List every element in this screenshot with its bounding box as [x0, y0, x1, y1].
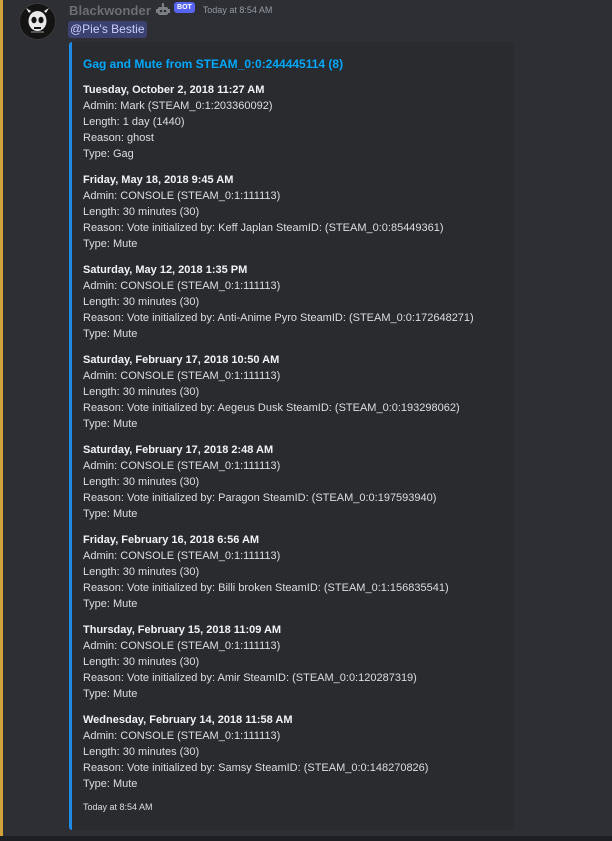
field-value-line: Type: Mute	[83, 238, 138, 250]
field-name: Saturday, February 17, 2018 10:50 AM	[83, 354, 280, 366]
embed-field: Friday, February 16, 2018 6:56 AM Admin: …	[83, 532, 513, 622]
field-value-line: Length: 30 minutes (30)	[83, 566, 200, 578]
field-name: Friday, May 18, 2018 9:45 AM	[83, 174, 234, 186]
field-name: Saturday, May 12, 2018 1:35 PM	[83, 264, 248, 276]
field-value-line: Type: Mute	[83, 598, 138, 610]
embed: Gag and Mute from STEAM_0:0:244445114 (8…	[69, 42, 514, 830]
field-value-line: Type: Mute	[83, 418, 138, 430]
field-name: Wednesday, February 14, 2018 11:58 AM	[83, 714, 293, 726]
field-name: Friday, February 16, 2018 6:56 AM	[83, 534, 260, 546]
field-value-line: Length: 30 minutes (30)	[83, 386, 200, 398]
embed-field: Saturday, February 17, 2018 2:48 AM Admin…	[83, 442, 513, 532]
field-value-line: Reason: Vote initialized by: Billi broke…	[83, 582, 449, 594]
robot-icon	[155, 3, 171, 17]
field-value-line: Admin: Mark (STEAM_0:1:203360092)	[83, 100, 273, 112]
field-value-line: Admin: CONSOLE (STEAM_0:1:111113)	[83, 280, 281, 292]
embed-title[interactable]: Gag and Mute from STEAM_0:0:244445114 (8…	[83, 57, 343, 71]
field-value-line: Type: Gag	[83, 148, 134, 160]
embed-footer: Today at 8:54 AM	[83, 802, 153, 812]
field-value-line: Reason: Vote initialized by: Keff Japlan…	[83, 222, 444, 234]
mention-highlight-bar	[0, 0, 3, 836]
embed-fields: Tuesday, October 2, 2018 11:27 AM Admin: …	[83, 82, 513, 802]
bot-message: Blackwonder BOT Today at 8:54 AM @Pie's …	[0, 0, 612, 836]
field-value-line: Length: 1 day (1440)	[83, 116, 185, 128]
bot-tag: BOT	[174, 1, 195, 13]
field-value-line: Admin: CONSOLE (STEAM_0:1:111113)	[83, 370, 281, 382]
author-name[interactable]: Blackwonder	[69, 3, 151, 18]
field-value-line: Length: 30 minutes (30)	[83, 656, 200, 668]
user-mention[interactable]: @Pie's Bestie	[68, 21, 147, 38]
field-value-line: Reason: Vote initialized by: Paragon Ste…	[83, 492, 437, 504]
embed-field: Tuesday, October 2, 2018 11:27 AM Admin: …	[83, 82, 513, 172]
field-value-line: Reason: ghost	[83, 132, 154, 144]
embed-field: Saturday, February 17, 2018 10:50 AM Admi…	[83, 352, 513, 442]
field-value-line: Admin: CONSOLE (STEAM_0:1:111113)	[83, 730, 281, 742]
field-name: Tuesday, October 2, 2018 11:27 AM	[83, 84, 265, 96]
field-value-line: Type: Mute	[83, 688, 138, 700]
field-value-line: Admin: CONSOLE (STEAM_0:1:111113)	[83, 640, 281, 652]
field-value-line: Admin: CONSOLE (STEAM_0:1:111113)	[83, 190, 281, 202]
field-value-line: Type: Mute	[83, 508, 138, 520]
field-value-line: Reason: Vote initialized by: Samsy Steam…	[83, 762, 429, 774]
avatar[interactable]	[19, 3, 56, 40]
field-value-line: Reason: Vote initialized by: Aegeus Dusk…	[83, 402, 460, 414]
field-value-line: Admin: CONSOLE (STEAM_0:1:111113)	[83, 460, 281, 472]
embed-field: Saturday, May 12, 2018 1:35 PM Admin: CON…	[83, 262, 513, 352]
field-name: Saturday, February 17, 2018 2:48 AM	[83, 444, 274, 456]
field-value-line: Type: Mute	[83, 328, 138, 340]
field-value-line: Length: 30 minutes (30)	[83, 746, 200, 758]
skull-avatar-icon	[20, 4, 55, 39]
embed-field: Friday, May 18, 2018 9:45 AM Admin: CONSO…	[83, 172, 513, 262]
field-value-line: Admin: CONSOLE (STEAM_0:1:111113)	[83, 550, 281, 562]
field-value-line: Length: 30 minutes (30)	[83, 206, 200, 218]
message-header: Blackwonder BOT Today at 8:54 AM	[69, 1, 273, 18]
bottom-divider	[0, 836, 612, 841]
field-value-line: Type: Mute	[83, 778, 138, 790]
field-value-line: Reason: Vote initialized by: Amir SteamI…	[83, 672, 417, 684]
field-value-line: Length: 30 minutes (30)	[83, 296, 200, 308]
field-name: Thursday, February 15, 2018 11:09 AM	[83, 624, 282, 636]
field-value-line: Length: 30 minutes (30)	[83, 476, 200, 488]
embed-field: Thursday, February 15, 2018 11:09 AM Admi…	[83, 622, 513, 712]
message-timestamp: Today at 8:54 AM	[202, 5, 273, 15]
field-value-line: Reason: Vote initialized by: Anti-Anime …	[83, 312, 474, 324]
embed-field: Wednesday, February 14, 2018 11:58 AM Adm…	[83, 712, 513, 802]
